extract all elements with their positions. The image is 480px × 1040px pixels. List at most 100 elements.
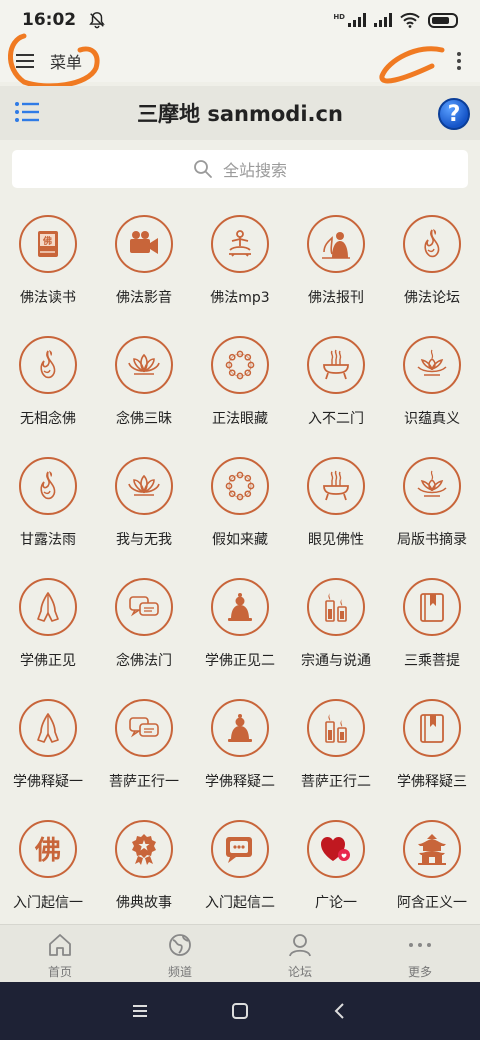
grid-item-label: 广论一	[315, 895, 357, 911]
grid-item[interactable]: 我与无我	[96, 442, 192, 564]
svg-text:佛: 佛	[42, 235, 52, 247]
grid-item-label: 入门起信一	[13, 895, 83, 911]
beads-icon	[211, 336, 269, 394]
incense-icon	[307, 457, 365, 515]
buddha-icon	[211, 578, 269, 636]
search-input[interactable]: 全站搜索	[12, 150, 468, 188]
grid-item[interactable]: 学佛释疑一	[0, 684, 96, 806]
grid-item-label: 眼见佛性	[308, 532, 364, 548]
site-header: 三摩地 sanmodi.cn ?	[0, 86, 480, 140]
grid-item[interactable]: 宗通与说通	[288, 563, 384, 685]
chat-icon	[115, 699, 173, 757]
flame-icon	[19, 457, 77, 515]
grid-item[interactable]: 入门起信二	[192, 805, 288, 927]
nav-label: 首页	[47, 965, 72, 979]
grid-item-label: 入不二门	[308, 411, 364, 427]
grid-item[interactable]: 佛法mp3	[192, 200, 288, 322]
grid-item[interactable]: 佛法影音	[96, 200, 192, 322]
bottom-nav: 首页 频道 论坛 更多	[0, 924, 480, 982]
grid-item[interactable]: 菩萨正行一	[96, 684, 192, 806]
grid-item[interactable]: 广论一	[288, 805, 384, 927]
grid-item-label: 佛法报刊	[308, 290, 364, 306]
praying-hands-icon	[19, 578, 77, 636]
nav-channel[interactable]: 频道	[120, 925, 240, 982]
help-icon[interactable]: ?	[438, 98, 470, 130]
page-title: 三摩地 sanmodi.cn	[137, 102, 343, 126]
lotus-lamp-icon	[403, 336, 461, 394]
grid-item[interactable]: 局版书摘录	[384, 442, 480, 564]
recent-apps-icon[interactable]	[129, 1000, 151, 1022]
home-button-icon[interactable]	[229, 1000, 251, 1022]
grid-item[interactable]: 甘露法雨	[0, 442, 96, 564]
nav-home[interactable]: 首页	[0, 925, 120, 982]
grid-item[interactable]: 念佛三昧	[96, 321, 192, 443]
grid-item[interactable]: 念佛法门	[96, 563, 192, 685]
grid-item[interactable]: 学佛释疑三	[384, 684, 480, 806]
incense-icon	[307, 336, 365, 394]
grid-item[interactable]: 菩萨正行二	[288, 684, 384, 806]
overflow-menu-icon[interactable]	[454, 52, 464, 70]
grid-item[interactable]: 正法眼藏	[192, 321, 288, 443]
nav-more[interactable]: 更多	[360, 925, 480, 982]
candles-icon	[307, 578, 365, 636]
nav-label: 更多	[407, 965, 432, 979]
status-time: 16:02	[22, 10, 77, 30]
grid-item[interactable]: 阿含正义一	[384, 805, 480, 927]
grid-item-label: 甘露法雨	[20, 532, 76, 548]
flame-icon	[19, 336, 77, 394]
grid-item-label: 菩萨正行二	[301, 774, 371, 790]
video-camera-icon	[115, 215, 173, 273]
grid-item[interactable]: 假如来藏	[192, 442, 288, 564]
grid-item-label: 无相念佛	[20, 411, 76, 427]
grid-item[interactable]: 眼见佛性	[288, 442, 384, 564]
wifi-icon	[400, 12, 420, 28]
grid-item[interactable]: 学佛正见	[0, 563, 96, 685]
monk-icon	[307, 215, 365, 273]
svg-text:佛: 佛	[34, 836, 61, 866]
grid-item-label: 假如来藏	[212, 532, 268, 548]
temple-icon	[403, 820, 461, 878]
beads-icon	[211, 457, 269, 515]
grid-item[interactable]: 学佛释疑二	[192, 684, 288, 806]
globe-icon	[169, 934, 191, 956]
grid-item-label: 学佛释疑一	[13, 774, 83, 790]
more-dots-icon	[409, 943, 431, 947]
grid-item[interactable]: 三乘菩提	[384, 563, 480, 685]
signal-icon: HD	[333, 13, 366, 27]
grid-item-label: 正法眼藏	[212, 411, 268, 427]
nav-forum[interactable]: 论坛	[240, 925, 360, 982]
menu-hamburger-icon[interactable]	[16, 54, 34, 68]
search-icon	[194, 160, 212, 178]
lotus-icon	[115, 457, 173, 515]
grid-item[interactable]: 佛佛法读书	[0, 200, 96, 322]
grid-item[interactable]: 无相念佛	[0, 321, 96, 443]
menu-label[interactable]: 菜单	[50, 49, 82, 73]
system-nav-bar	[0, 982, 480, 1040]
grid-item-label: 我与无我	[116, 532, 172, 548]
grid-item-label: 佛法论坛	[404, 290, 460, 306]
battery-icon	[428, 12, 458, 28]
grid-item[interactable]: 学佛正见二	[192, 563, 288, 685]
bookmark-book-icon	[403, 578, 461, 636]
grid-item-label: 阿含正义一	[397, 895, 467, 911]
grid-item[interactable]: 佛入门起信一	[0, 805, 96, 927]
grid-item[interactable]: 佛法报刊	[288, 200, 384, 322]
home-icon	[49, 934, 71, 956]
grid-item[interactable]: 识蕴真义	[384, 321, 480, 443]
grid-item[interactable]: 佛典故事	[96, 805, 192, 927]
list-menu-icon[interactable]	[14, 100, 40, 124]
back-icon[interactable]	[329, 1000, 351, 1022]
grid-item-label: 佛典故事	[116, 895, 172, 911]
bookmark-book-icon	[403, 699, 461, 757]
hearts-icon	[307, 820, 365, 878]
grid-item[interactable]: 佛法论坛	[384, 200, 480, 322]
nav-label: 频道	[167, 965, 192, 979]
grid-item-label: 宗通与说通	[301, 653, 371, 669]
grid-item-label: 三乘菩提	[404, 653, 460, 669]
grid-item-label: 念佛法门	[116, 653, 172, 669]
grid-item-label: 学佛正见二	[205, 653, 275, 669]
award-ribbon-icon	[115, 820, 173, 878]
grid-item-label: 学佛正见	[20, 653, 76, 669]
grid-item[interactable]: 入不二门	[288, 321, 384, 443]
grid-item-label: 佛法读书	[20, 290, 76, 306]
